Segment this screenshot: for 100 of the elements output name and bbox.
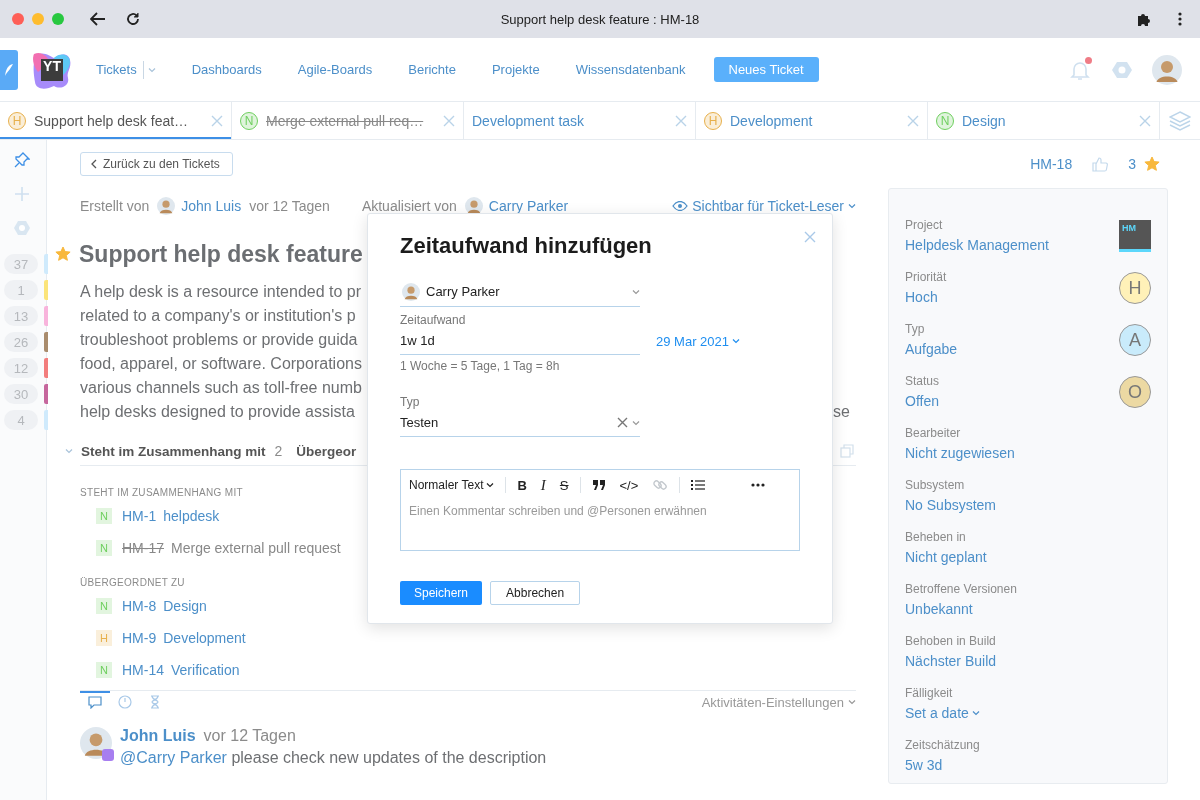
field-value[interactable]: Nicht zugewiesen: [905, 442, 1015, 464]
issue-summary[interactable]: Verification: [171, 662, 240, 678]
description-text: troubleshoot problems or provide guida: [80, 330, 358, 350]
close-icon[interactable]: [211, 114, 223, 127]
field-value[interactable]: Aufgabe: [905, 338, 958, 360]
chevron-down-icon: [486, 482, 495, 488]
clear-icon[interactable]: [617, 417, 628, 428]
maximize-window-button[interactable]: [52, 13, 64, 25]
close-icon[interactable]: [675, 114, 687, 127]
issue-link[interactable]: HM-8: [122, 598, 157, 614]
mention-link[interactable]: @Carry Parker: [120, 749, 227, 766]
cancel-button[interactable]: Abbrechen: [490, 581, 581, 605]
star-icon[interactable]: [1144, 156, 1160, 172]
minimize-window-button[interactable]: [32, 13, 44, 25]
new-ticket-button[interactable]: Neues Ticket: [713, 57, 819, 82]
close-icon[interactable]: [907, 114, 919, 127]
user-link[interactable]: John Luis: [120, 727, 196, 745]
plus-icon[interactable]: [14, 186, 30, 202]
field-value[interactable]: No Subsystem: [905, 494, 997, 516]
field-label: Status: [905, 373, 940, 390]
nav-link[interactable]: Wissensdatenbank: [575, 62, 686, 77]
relation-tab[interactable]: Übergeor: [296, 443, 357, 459]
close-window-button[interactable]: [12, 13, 24, 25]
field-value[interactable]: Offen: [905, 390, 940, 412]
project-logo: HM: [1119, 220, 1151, 252]
issue-summary[interactable]: helpdesk: [163, 508, 220, 524]
visibility-dropdown[interactable]: Sichtbar für Ticket-Leser: [672, 198, 856, 214]
settings-icon[interactable]: [14, 220, 30, 236]
dialog-title: Zeitaufwand hinzufügen: [400, 232, 653, 260]
nav-link[interactable]: Projekte: [491, 62, 540, 77]
settings-icon[interactable]: [1112, 59, 1132, 80]
more-icon[interactable]: [1178, 12, 1182, 26]
save-button[interactable]: Speichern: [400, 581, 483, 605]
more-icon[interactable]: [751, 483, 765, 487]
chevron-down-icon: [65, 448, 73, 454]
issue-summary[interactable]: Merge external pull request: [171, 540, 341, 556]
issue-tab[interactable]: H Support help desk feat…: [0, 102, 232, 139]
issue-link[interactable]: HM-9: [122, 630, 157, 646]
relation-tab[interactable]: Steht im Zusammenhang mit: [81, 443, 266, 459]
avatar: [1152, 54, 1182, 85]
activity-settings-dropdown[interactable]: Aktivitäten-Einstellungen: [701, 694, 856, 710]
issue-summary[interactable]: Development: [163, 630, 246, 646]
back-button[interactable]: Zurück zu den Tickets: [80, 152, 233, 176]
star-icon[interactable]: [55, 246, 71, 262]
group-heading: STEHT IM ZUSAMMENHANG MIT: [80, 486, 244, 500]
field-value[interactable]: Helpdesk Management: [905, 234, 1049, 256]
field-value[interactable]: Nächster Build: [905, 650, 997, 672]
field-label: Zeitaufwand: [400, 313, 467, 327]
nav-link[interactable]: Berichte: [408, 62, 456, 77]
thumbs-up-icon[interactable]: [1092, 156, 1109, 172]
hourglass-icon: [150, 695, 160, 709]
description-text: various channels such as toll-free numb: [80, 378, 362, 398]
issue-summary[interactable]: Design: [163, 598, 207, 614]
author-select[interactable]: Carry Parker: [400, 277, 640, 307]
saved-search-count[interactable]: 30: [4, 384, 38, 404]
timestamp: vor 12 Tagen: [249, 198, 330, 214]
field-value[interactable]: Hoch: [905, 286, 947, 308]
close-icon[interactable]: [1139, 114, 1151, 127]
issue-link[interactable]: HM-14: [122, 662, 164, 678]
description-text: related to a company's or institution's p: [80, 306, 356, 326]
user-link[interactable]: Carry Parker: [488, 198, 569, 214]
nav-link[interactable]: Agile-Boards: [297, 62, 373, 77]
pin-icon[interactable]: [14, 152, 30, 168]
comment-editor[interactable]: Normaler Text B I S </> Einen Kommentar schreiben und @Personen erwähnen: [400, 469, 800, 551]
description-text: se: [833, 402, 850, 422]
feather-button[interactable]: [0, 49, 18, 90]
bullet-list-icon[interactable]: [691, 479, 706, 491]
saved-search-count[interactable]: 1: [4, 280, 38, 300]
strikethrough-button[interactable]: S: [552, 474, 576, 496]
nav-link[interactable]: Tickets: [96, 62, 137, 77]
copy-icon[interactable]: [840, 444, 854, 458]
letter-badge: H: [1119, 272, 1151, 304]
field-value[interactable]: 5w 3d: [905, 754, 980, 776]
issue-link[interactable]: HM-17: [122, 540, 164, 556]
reload-icon[interactable]: [126, 12, 140, 26]
bold-button[interactable]: B: [510, 474, 534, 496]
close-icon[interactable]: [443, 114, 455, 127]
date-picker[interactable]: 29 Mar 2021: [656, 327, 740, 355]
quote-icon[interactable]: [591, 479, 606, 491]
nav-link[interactable]: Dashboards: [191, 62, 262, 77]
text-style-dropdown[interactable]: Normaler Text: [409, 474, 502, 496]
layers-icon[interactable]: [1169, 110, 1191, 131]
issue-link[interactable]: HM-1: [122, 508, 157, 524]
back-arrow-icon[interactable]: [90, 12, 106, 26]
saved-search-count[interactable]: 26: [4, 332, 38, 352]
field-value[interactable]: Nicht geplant: [905, 546, 987, 568]
italic-button[interactable]: I: [533, 474, 553, 496]
puzzle-icon[interactable]: [1136, 11, 1152, 27]
user-link[interactable]: John Luis: [181, 198, 242, 214]
description-text: A help desk is a resource intended to pr: [80, 282, 362, 302]
chevron-down-icon: [732, 338, 740, 344]
code-button[interactable]: </>: [612, 474, 646, 496]
field-value[interactable]: Set a date: [905, 702, 980, 724]
chevron-down-icon: [632, 419, 640, 426]
description-text: food, apparel, or software. Corporations: [80, 354, 362, 374]
state-badge: N: [96, 508, 112, 524]
field-value[interactable]: Unbekannt: [905, 598, 1017, 620]
state-badge: N: [96, 598, 112, 614]
letter-badge: A: [1119, 324, 1151, 356]
type-select[interactable]: Testen: [400, 409, 640, 437]
